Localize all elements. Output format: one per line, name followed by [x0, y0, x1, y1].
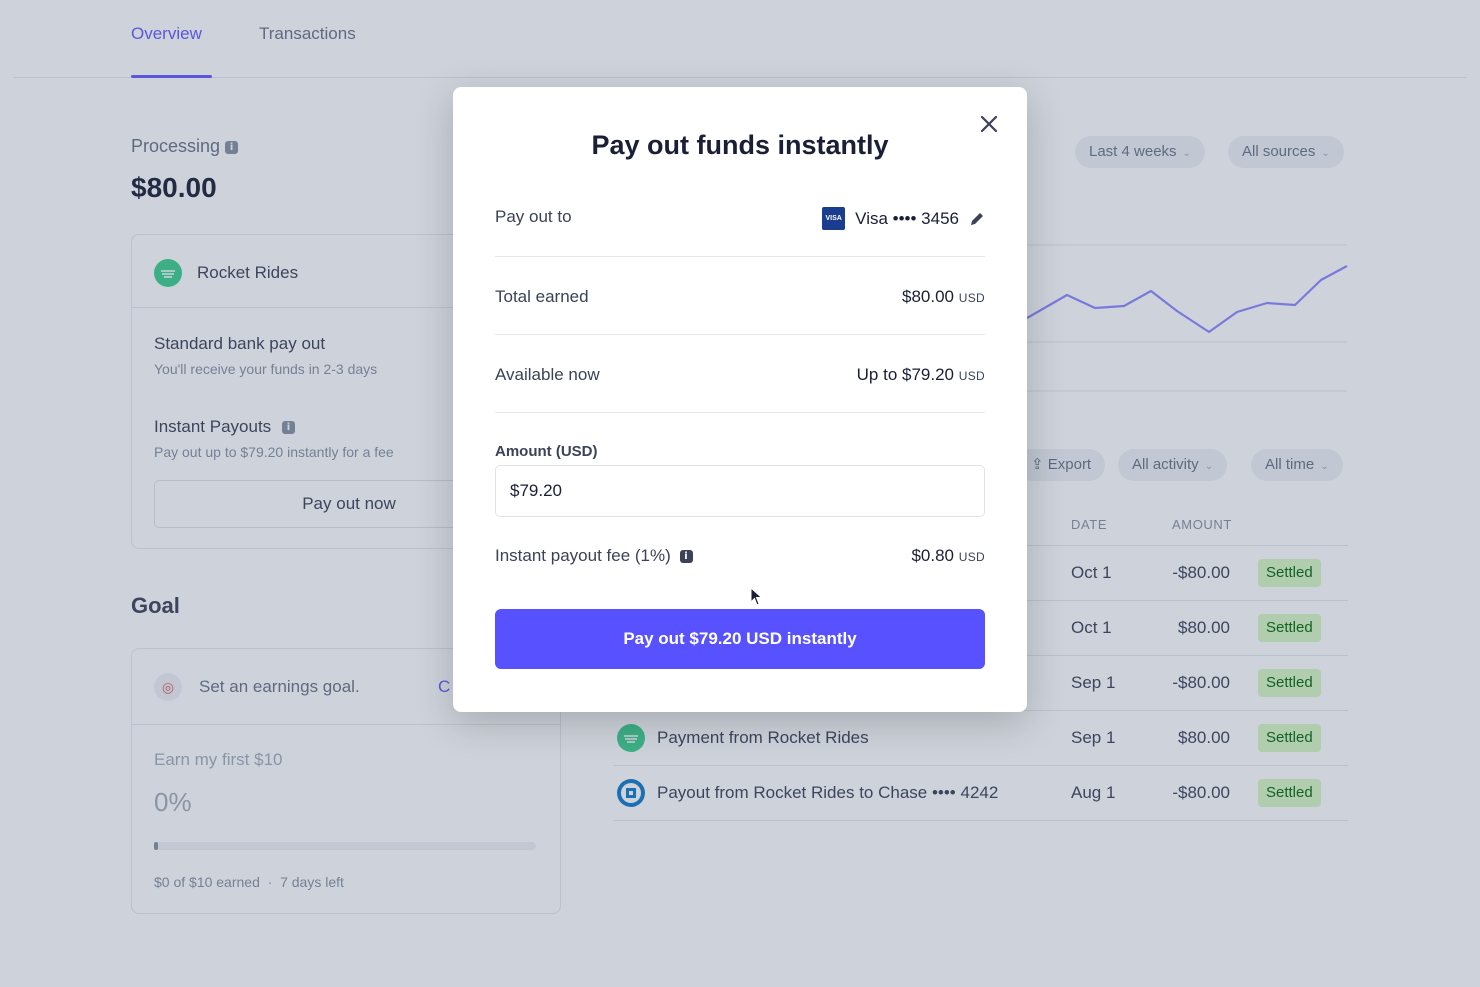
- pay-out-to-row: Pay out to VISA Visa •••• 3456: [495, 207, 985, 231]
- fee-amount: $0.80: [911, 546, 955, 565]
- fee-label: Instant payout fee (1%): [495, 546, 671, 565]
- available-now-row: Available now Up to $79.20 USD: [495, 365, 985, 389]
- available-now-label: Available now: [495, 365, 600, 384]
- divider: [495, 412, 985, 413]
- visa-logo-icon: VISA: [822, 207, 846, 230]
- pay-out-instantly-button[interactable]: Pay out $79.20 USD instantly: [495, 609, 985, 669]
- amount-input[interactable]: [495, 465, 985, 517]
- total-earned-value: $80.00 USD: [902, 287, 985, 307]
- available-now-value: Up to $79.20 USD: [857, 365, 985, 385]
- available-now-amount: Up to $79.20: [856, 365, 955, 384]
- total-earned-label: Total earned: [495, 287, 589, 306]
- close-icon[interactable]: [976, 111, 1002, 137]
- currency-label: USD: [958, 369, 985, 383]
- mouse-cursor-icon: [750, 587, 763, 606]
- fee-label-group: Instant payout fee (1%) i: [495, 546, 693, 566]
- currency-label: USD: [958, 291, 985, 305]
- total-earned-row: Total earned $80.00 USD: [495, 287, 985, 311]
- fee-row: Instant payout fee (1%) i $0.80 USD: [495, 546, 985, 570]
- divider: [495, 334, 985, 335]
- modal-title: Pay out funds instantly: [591, 130, 889, 160]
- destination-card: VISA Visa •••• 3456: [822, 207, 985, 230]
- total-earned-amount: $80.00: [902, 287, 955, 306]
- instant-payout-modal: Pay out funds instantly Pay out to VISA …: [453, 87, 1027, 712]
- amount-field-label: Amount (USD): [495, 443, 598, 460]
- fee-value: $0.80 USD: [911, 546, 985, 566]
- info-icon[interactable]: i: [679, 550, 693, 564]
- currency-label: USD: [958, 550, 985, 564]
- card-label: Visa •••• 3456: [855, 208, 959, 228]
- pay-out-to-label: Pay out to: [495, 207, 572, 226]
- edit-pencil-icon[interactable]: [969, 211, 985, 227]
- divider: [495, 256, 985, 257]
